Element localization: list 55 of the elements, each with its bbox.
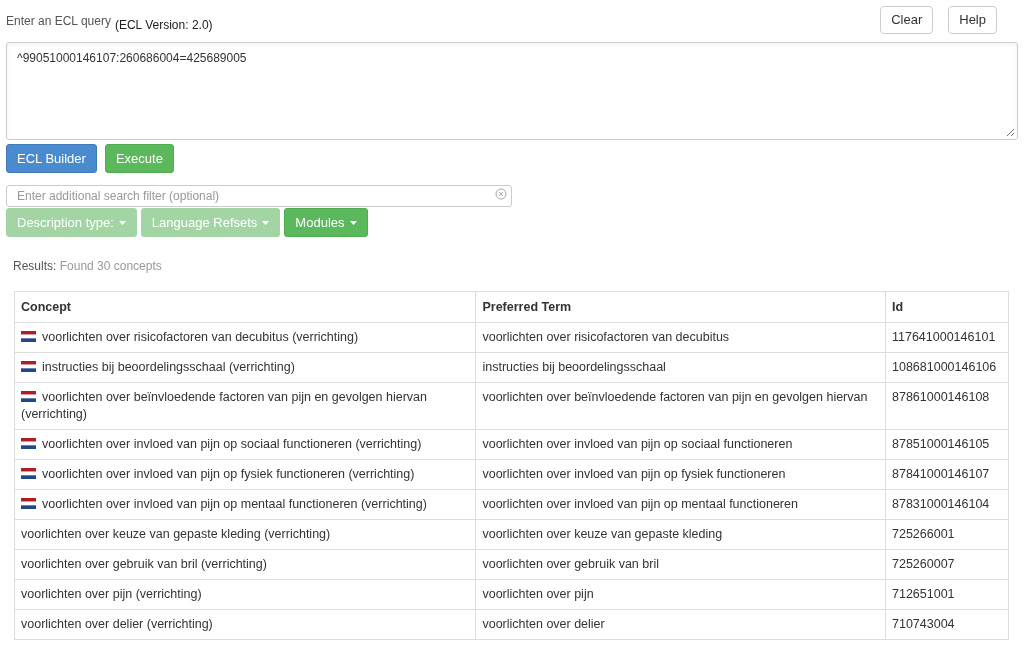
id-cell: 725260007 [885,549,1009,580]
id-cell: 712651001 [885,579,1009,610]
column-header: Preferred Term [475,291,886,323]
preferred-term-cell: instructies bij beoordelingsschaal [475,352,886,383]
flag-icon [21,438,36,449]
concept-cell: voorlichten over beïnvloedende factoren van pijn en gevolgen hiervan (verrichting) [14,382,476,430]
query-label: Enter an ECL query [6,13,111,30]
caret-icon [349,220,357,225]
resize-handle-icon[interactable] [1006,128,1015,137]
query-input[interactable]: ^99051000146107:260686004=425689005 [6,42,1018,140]
preferred-term-cell: voorlichten over delier [475,609,886,640]
header-button[interactable]: Help [948,6,997,34]
id-cell: 725266001 [885,519,1009,550]
id-cell: 87851000146105 [885,429,1009,460]
ecl-version-label: (ECL Version: 2.0) [114,17,213,34]
ecl-builder-button[interactable]: ECL Builder [6,144,97,173]
execute-button[interactable]: Execute [104,144,174,173]
concept-cell: voorlichten over risicofactoren van decubitus (verrichting) [14,322,476,353]
id-cell: 108681000146106 [885,352,1009,383]
preferred-term-cell: voorlichten over invloed van pijn op mentaal functioneren [475,489,886,520]
preferred-term-cell: voorlichten over invloed van pijn op sociaal functioneren [475,429,886,460]
column-header: Id [885,291,1009,323]
flag-icon [21,331,36,342]
concept-cell: voorlichten over pijn (verrichting) [14,579,476,610]
preferred-term-cell: voorlichten over invloed van pijn op fysiek functioneren [475,459,886,490]
concept-cell: voorlichten over delier (verrichting) [14,609,476,640]
concept-cell: voorlichten over keuze van gepaste kleding (verrichting) [14,519,476,550]
results-count: Found 30 concepts [59,259,162,273]
id-cell: 87861000146108 [885,382,1009,430]
flag-icon [21,361,36,372]
id-cell: 87841000146107 [885,459,1009,490]
preferred-term-cell: voorlichten over keuze van gepaste kleding [475,519,886,550]
flag-icon [21,391,36,402]
concept-cell: instructies bij beoordelingsschaal (verrichting) [14,352,476,383]
clear-icon[interactable] [495,188,507,200]
flag-icon [21,498,36,509]
dropdown-button[interactable]: Modules [284,208,368,237]
preferred-term-cell: voorlichten over beïnvloedende factoren van pijn en gevolgen hiervan [475,382,886,430]
caret-icon [262,220,270,225]
search-filter-field[interactable]: Enter additional search filter (optional) [6,185,512,207]
id-cell: 117641000146101 [885,322,1009,353]
preferred-term-cell: voorlichten over pijn [475,579,886,610]
caret-icon [118,220,126,225]
preferred-term-cell: voorlichten over risicofactoren van decubitus [475,322,886,353]
column-header: Concept [14,291,476,323]
results-label: Results: [13,259,57,273]
id-cell: 87831000146104 [885,489,1009,520]
flag-icon [21,468,36,479]
header-button[interactable]: Clear [880,6,934,34]
concept-cell: voorlichten over invloed van pijn op fysiek functioneren (verrichting) [14,459,476,490]
concept-cell: voorlichten over invloed van pijn op sociaal functioneren (verrichting) [14,429,476,460]
concept-cell: voorlichten over invloed van pijn op mentaal functioneren (verrichting) [14,489,476,520]
id-cell: 710743004 [885,609,1009,640]
concept-cell: voorlichten over gebruik van bril (verrichting) [14,549,476,580]
preferred-term-cell: voorlichten over gebruik van bril [475,549,886,580]
